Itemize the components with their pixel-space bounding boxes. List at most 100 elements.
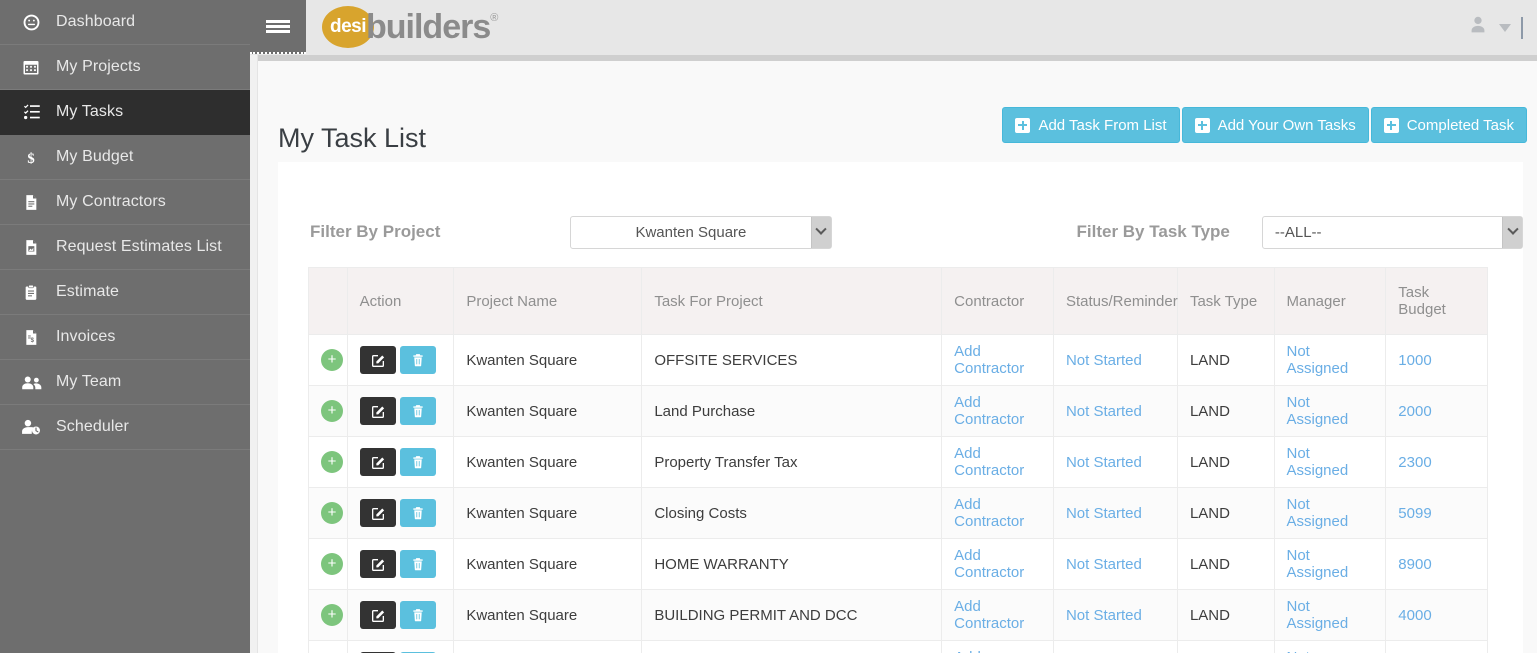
cell-status[interactable]: Not Started — [1052, 640, 1178, 653]
sidebar-item-my-projects[interactable]: My Projects — [0, 45, 250, 90]
user-menu[interactable] — [1467, 14, 1523, 41]
cell-status[interactable]: Not Started — [1052, 487, 1178, 539]
sidebar-item-my-contractors[interactable]: My Contractors — [0, 180, 250, 225]
cell-status-text[interactable]: Not Started — [1066, 556, 1142, 573]
cell-status-text[interactable]: Not Started — [1066, 454, 1142, 471]
cell-status-text[interactable]: Not Started — [1066, 607, 1142, 624]
sidebar-item-request-estimates-list[interactable]: Request Estimates List — [0, 225, 250, 270]
cell-manager-text[interactable]: Not Assigned — [1287, 343, 1349, 377]
cell-status[interactable]: Not Started — [1052, 589, 1178, 641]
cell-task-name: OFFSITE SERVICES — [641, 334, 943, 386]
cell-contractor-text[interactable]: Add Contractor — [954, 445, 1024, 479]
sidebar-item-scheduler[interactable]: Scheduler — [0, 405, 250, 450]
sidebar-item-invoices[interactable]: $ Invoices — [0, 315, 250, 360]
sidebar-item-label: Invoices — [56, 328, 116, 345]
sidebar-item-label: Request Estimates List — [56, 238, 222, 255]
edit-task-button[interactable] — [359, 601, 396, 629]
cell-contractor[interactable]: Add Contractor — [941, 538, 1054, 590]
cell-status-text[interactable]: Not Started — [1066, 352, 1142, 369]
cell-manager[interactable]: Not Assigned — [1273, 640, 1387, 653]
cell-contractor[interactable]: Add Contractor — [941, 640, 1054, 653]
cell-contractor-text[interactable]: Add Contractor — [954, 496, 1024, 530]
cell-manager-text[interactable]: Not Assigned — [1287, 649, 1349, 653]
cell-contractor[interactable]: Add Contractor — [941, 589, 1054, 641]
cell-task-budget-text[interactable]: 4000 — [1398, 607, 1431, 624]
cell-manager[interactable]: Not Assigned — [1273, 385, 1387, 437]
plus-circle-icon[interactable]: + — [321, 553, 343, 575]
cell-manager[interactable]: Not Assigned — [1273, 334, 1387, 386]
delete-task-button[interactable] — [399, 499, 436, 527]
cell-manager-text[interactable]: Not Assigned — [1287, 496, 1349, 530]
cell-status[interactable]: Not Started — [1052, 334, 1178, 386]
plus-circle-icon[interactable]: + — [321, 349, 343, 371]
cell-status[interactable]: Not Started — [1052, 436, 1178, 488]
cell-manager-text[interactable]: Not Assigned — [1287, 445, 1349, 479]
delete-task-button[interactable] — [399, 550, 436, 578]
sidebar-item-dashboard[interactable]: Dashboard — [0, 0, 250, 45]
cell-task-budget-text[interactable]: 1000 — [1398, 352, 1431, 369]
cell-contractor-text[interactable]: Add Contractor — [954, 598, 1024, 632]
cell-status[interactable]: Not Started — [1052, 385, 1178, 437]
delete-task-button[interactable] — [399, 448, 436, 476]
trash-icon — [411, 556, 425, 572]
cell-contractor[interactable]: Add Contractor — [941, 436, 1054, 488]
cell-manager-text[interactable]: Not Assigned — [1287, 394, 1349, 428]
filter-project-select[interactable]: Kwanten Square — [570, 215, 832, 249]
cell-task-budget-text[interactable]: 5099 — [1398, 505, 1431, 522]
cell-status-text[interactable]: Not Started — [1066, 505, 1142, 522]
cell-task-budget[interactable]: 5000 — [1385, 640, 1488, 653]
cell-task-budget[interactable]: 1000 — [1385, 334, 1488, 386]
plus-circle-icon[interactable]: + — [321, 502, 343, 524]
edit-task-button[interactable] — [359, 550, 396, 578]
cell-manager[interactable]: Not Assigned — [1273, 487, 1387, 539]
cell-contractor[interactable]: Add Contractor — [941, 385, 1054, 437]
filter-tasktype-select[interactable]: --ALL-- — [1261, 215, 1523, 249]
sidebar-item-estimate[interactable]: Estimate — [0, 270, 250, 315]
cell-manager[interactable]: Not Assigned — [1273, 436, 1387, 488]
delete-task-button[interactable] — [399, 346, 436, 374]
cell-contractor[interactable]: Add Contractor — [941, 334, 1054, 386]
cell-manager-text[interactable]: Not Assigned — [1287, 598, 1349, 632]
caret-down-icon[interactable] — [1499, 23, 1511, 32]
cell-manager[interactable]: Not Assigned — [1273, 538, 1387, 590]
column-header-task-for-project: Task For Project — [641, 267, 943, 335]
content-scrollbar[interactable] — [250, 55, 258, 653]
sidebar-item-my-budget[interactable]: $ My Budget — [0, 135, 250, 180]
cell-task-budget[interactable]: 4000 — [1385, 589, 1488, 641]
edit-task-button[interactable] — [359, 346, 396, 374]
cell-task-budget-text[interactable]: 2000 — [1398, 403, 1431, 420]
add-task-from-list-button[interactable]: Add Task From List — [1002, 107, 1180, 143]
cell-task-budget[interactable]: 2300 — [1385, 436, 1488, 488]
cell-task-type-text: LAND — [1189, 351, 1230, 369]
plus-circle-icon[interactable]: + — [321, 451, 343, 473]
plus-circle-icon[interactable]: + — [321, 604, 343, 626]
cell-task-budget[interactable]: 2000 — [1385, 385, 1488, 437]
delete-task-button[interactable] — [399, 397, 436, 425]
cell-status-text[interactable]: Not Started — [1066, 403, 1142, 420]
sidebar-item-my-tasks[interactable]: My Tasks — [0, 90, 250, 135]
edit-task-button[interactable] — [359, 499, 396, 527]
menu-toggle-button[interactable] — [250, 0, 306, 54]
cell-task-budget[interactable]: 8900 — [1385, 538, 1488, 590]
cell-manager[interactable]: Not Assigned — [1273, 589, 1387, 641]
cell-status[interactable]: Not Started — [1052, 538, 1178, 590]
cell-contractor-text[interactable]: Add Contractor — [954, 649, 1024, 653]
cell-manager-text[interactable]: Not Assigned — [1287, 547, 1349, 581]
cell-contractor-text[interactable]: Add Contractor — [954, 394, 1024, 428]
cell-task-budget-text[interactable]: 2300 — [1398, 454, 1431, 471]
cell-contractor-text[interactable]: Add Contractor — [954, 343, 1024, 377]
completed-task-button[interactable]: Completed Task — [1370, 107, 1527, 143]
app-logo[interactable]: desi builders ® — [322, 4, 498, 50]
cell-contractor-text[interactable]: Add Contractor — [954, 547, 1024, 581]
cell-contractor[interactable]: Add Contractor — [941, 487, 1054, 539]
plus-circle-icon[interactable]: + — [321, 400, 343, 422]
edit-task-button[interactable] — [359, 397, 396, 425]
sidebar-item-my-team[interactable]: My Team — [0, 360, 250, 405]
cell-task-budget[interactable]: 5099 — [1385, 487, 1488, 539]
delete-task-button[interactable] — [399, 601, 436, 629]
edit-task-button[interactable] — [359, 448, 396, 476]
edit-square-icon — [370, 454, 386, 470]
cell-task-budget-text[interactable]: 8900 — [1398, 556, 1431, 573]
trash-icon — [411, 352, 425, 368]
add-your-own-tasks-button[interactable]: Add Your Own Tasks — [1181, 107, 1369, 143]
